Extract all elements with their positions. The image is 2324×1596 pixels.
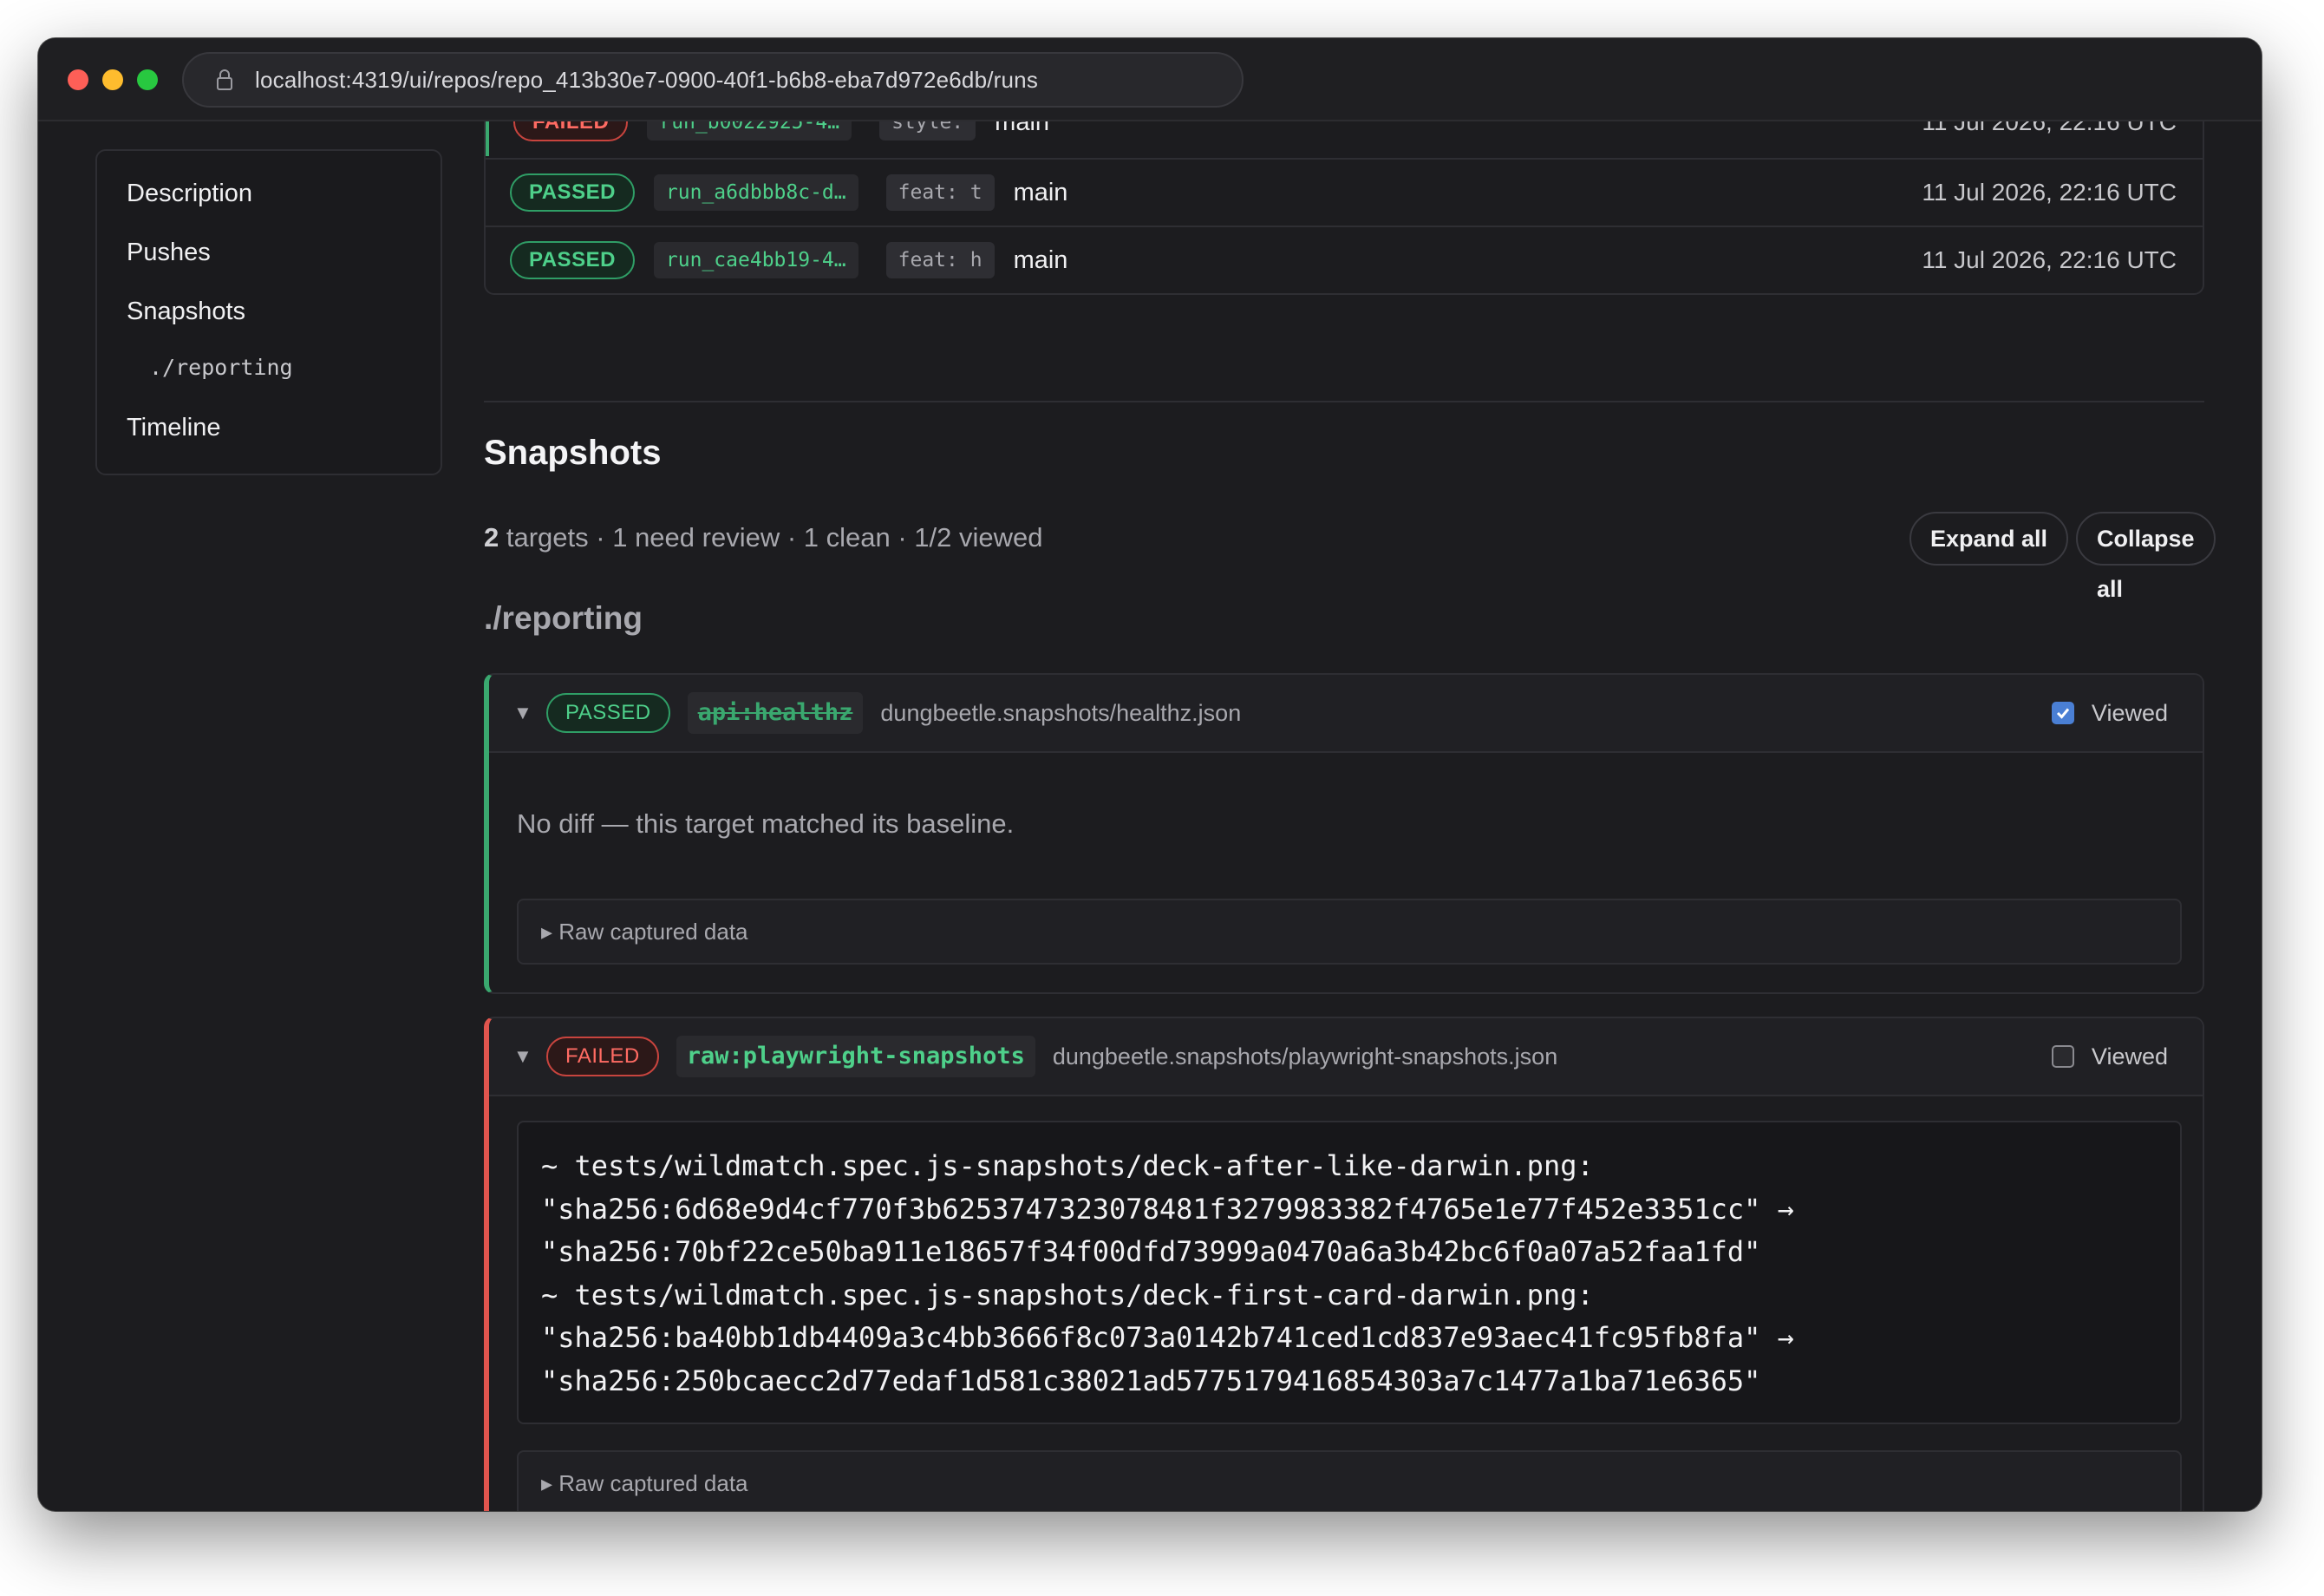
target-name: raw:playwright-snapshots	[676, 1036, 1035, 1077]
target-path: dungbeetle.snapshots/healthz.json	[880, 699, 1242, 726]
status-badge: FAILED	[546, 1037, 659, 1076]
target-name: api:healthz	[687, 692, 864, 734]
viewed-label: Viewed	[2091, 1043, 2168, 1069]
page-content: Description Pushes Snapshots ./reporting…	[38, 121, 2262, 1511]
branch-name: main	[1013, 178, 1068, 206]
run-timestamp: 11 Jul 2026, 22:16 UTC	[1922, 246, 2177, 273]
url-text: localhost:4319/ui/repos/repo_413b30e7-09…	[255, 66, 1039, 93]
sidebar-item-timeline[interactable]: Timeline	[97, 409, 441, 468]
diff-line: ~ tests/wildmatch.spec.js-snapshots/deck…	[541, 1278, 1594, 1311]
status-badge: PASSED	[510, 241, 635, 279]
diff-line: "sha256:250bcaecc2d77edaf1d581c38021ad57…	[541, 1364, 1761, 1397]
commit-message: style:	[879, 121, 976, 141]
table-row[interactable]: PASSED run_cae4bb19-4… feat: h main 11 J…	[486, 226, 2203, 293]
diff-block: ~ tests/wildmatch.spec.js-snapshots/deck…	[517, 1121, 2182, 1424]
target-directory-heading: ./reporting	[484, 600, 643, 636]
main-panel: FAILED run_b0022925-4… style: main 11 Ju…	[484, 121, 2216, 1511]
close-window-button[interactable]	[68, 69, 88, 90]
address-bar[interactable]: localhost:4319/ui/repos/repo_413b30e7-09…	[182, 52, 1244, 108]
diff-line: ~ tests/wildmatch.spec.js-snapshots/deck…	[541, 1149, 1594, 1182]
run-timestamp: 11 Jul 2026, 22:16 UTC	[1922, 179, 2177, 206]
collapse-all-button[interactable]: Collapse all	[2076, 512, 2216, 602]
run-timestamp: 11 Jul 2026, 22:16 UTC	[1922, 121, 2177, 135]
sidebar-nav: Description Pushes Snapshots ./reporting…	[95, 149, 442, 475]
runs-table: FAILED run_b0022925-4… style: main 11 Ju…	[484, 121, 2204, 295]
table-row[interactable]: FAILED run_b0022925-4… style: main 11 Ju…	[486, 121, 2203, 156]
status-badge: FAILED	[513, 121, 629, 141]
run-id-link[interactable]: run_b0022925-4…	[647, 121, 852, 141]
branch-name: main	[1013, 245, 1068, 274]
status-badge: PASSED	[510, 173, 635, 212]
run-id-link[interactable]: run_cae4bb19-4…	[653, 242, 858, 278]
section-divider	[484, 401, 2204, 402]
target-path: dungbeetle.snapshots/playwright-snapshot…	[1052, 1043, 1558, 1069]
sidebar-subitem-reporting[interactable]: ./reporting	[97, 352, 441, 409]
branch-name: main	[995, 121, 1050, 136]
expand-all-button[interactable]: Expand all	[1909, 512, 2069, 566]
sidebar-item-description[interactable]: Description	[97, 175, 441, 234]
snapshots-heading: Snapshots	[484, 434, 662, 472]
status-badge: PASSED	[546, 693, 670, 733]
raw-data-toggle[interactable]: ▸ Raw captured data	[517, 899, 2182, 965]
summary-rest: · 1 need review · 1 clean · 1/2 viewed	[596, 522, 1043, 553]
card-header[interactable]: ▼ FAILED raw:playwright-snapshots dungbe…	[489, 1018, 2203, 1096]
raw-data-toggle[interactable]: ▸ Raw captured data	[517, 1450, 2182, 1511]
diff-line: "sha256:6d68e9d4cf770f3b6253747323078481…	[541, 1192, 1794, 1226]
diff-line: "sha256:ba40bb1db4409a3c4bb3666f8c073a01…	[541, 1321, 1794, 1354]
sidebar-item-snapshots[interactable]: Snapshots	[97, 293, 441, 352]
targets-word: targets	[506, 522, 589, 553]
checkbox-checked-icon[interactable]	[2051, 702, 2074, 724]
browser-window: localhost:4319/ui/repos/repo_413b30e7-09…	[38, 38, 2262, 1511]
viewed-toggle[interactable]: Viewed	[2051, 699, 2168, 727]
commit-message: feat: t	[885, 174, 995, 211]
diff-line: "sha256:70bf22ce50ba911e18657f34f00dfd73…	[541, 1235, 1761, 1268]
table-row[interactable]: PASSED run_a6dbbb8c-d… feat: t main 11 J…	[486, 158, 2203, 226]
no-diff-message: No diff — this target matched its baseli…	[517, 808, 1015, 839]
snapshot-card: ▼ FAILED raw:playwright-snapshots dungbe…	[484, 1017, 2204, 1511]
run-id-link[interactable]: run_a6dbbb8c-d…	[653, 174, 858, 211]
snapshot-card: ▼ PASSED api:healthz dungbeetle.snapshot…	[484, 673, 2204, 994]
viewed-label: Viewed	[2091, 699, 2168, 726]
card-header[interactable]: ▼ PASSED api:healthz dungbeetle.snapshot…	[489, 675, 2203, 753]
minimize-window-button[interactable]	[102, 69, 123, 90]
chevron-down-icon[interactable]: ▼	[513, 702, 534, 724]
lock-icon	[212, 67, 238, 93]
sidebar-item-pushes[interactable]: Pushes	[97, 234, 441, 293]
commit-message: feat: h	[885, 242, 995, 278]
checkbox-unchecked-icon[interactable]	[2051, 1045, 2074, 1068]
title-bar: localhost:4319/ui/repos/repo_413b30e7-09…	[38, 38, 2262, 121]
viewed-toggle[interactable]: Viewed	[2051, 1043, 2168, 1070]
snapshots-summary: 2 targets · 1 need review · 1 clean · 1/…	[484, 522, 1043, 553]
targets-count: 2	[484, 522, 499, 553]
chevron-down-icon[interactable]: ▼	[513, 1045, 534, 1068]
maximize-window-button[interactable]	[137, 69, 158, 90]
